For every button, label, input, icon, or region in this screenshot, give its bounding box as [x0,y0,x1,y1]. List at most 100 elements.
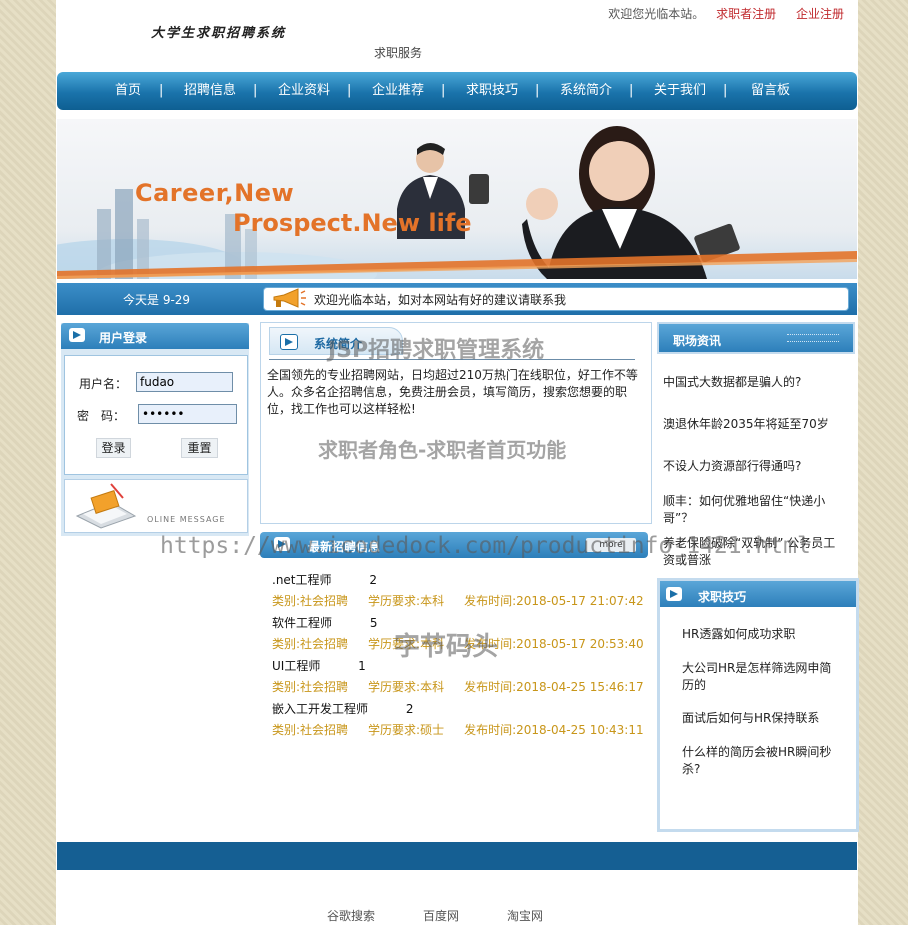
news-title: 职场资讯 [673,334,722,348]
news-item[interactable]: 养老保险破除“双轨制” 公务员工资或普涨 [663,535,843,569]
nav-about[interactable]: 关于我们 [654,72,706,110]
job-count: 1 [358,659,366,673]
news-panel: 职场资讯 中国式大数据都是骗人的? 澳退休年龄2035年将延至70岁 不设人力资… [657,322,855,572]
nav-jobs[interactable]: 招聘信息 [184,72,236,110]
job-type: 类别:社会招聘 [272,594,349,608]
tip-item[interactable]: 什么样的简历会被HR瞬间秒杀? [682,744,832,778]
job-title[interactable]: .net工程师 [272,573,332,587]
password-label: 密 码： [77,409,126,423]
job-type: 类别:社会招聘 [272,680,349,694]
job-education: 学历要求:硕士 [368,723,445,737]
job-meta: 类别:社会招聘 学历要求:本科 发布时间:2018-05-17 21:07:42 [272,592,664,609]
nav-separator: | [629,83,634,98]
nav-company-info[interactable]: 企业资料 [278,72,330,110]
job-title[interactable]: 软件工程师 [272,616,332,630]
job-meta: 类别:社会招聘 学历要求:硕士 发布时间:2018-04-25 10:43:11 [272,721,664,738]
job-row[interactable]: UI工程师 1 [272,657,366,674]
tip-item[interactable]: 大公司HR是怎样筛选网申简历的 [682,660,832,694]
news-item[interactable]: 澳退休年龄2035年将延至70岁 [663,416,843,433]
arrow-right-icon [274,537,290,551]
jobs-title: 最新招聘信息 [308,540,381,554]
notice-box: 欢迎光临本站，如对本网站有好的建议请联系我 [263,287,849,311]
login-panel: 用户登录 用户名： fudao 密 码： •••••• 登录 重置 OLINE … [61,323,249,536]
nav-job-tips[interactable]: 求职技巧 [466,72,518,110]
arrow-right-icon [666,587,682,601]
news-item[interactable]: 顺丰：如何优雅地留住“快递小哥”？ [663,493,843,527]
welcome-text: 欢迎您光临本站。 [608,7,705,21]
job-education: 学历要求:本科 [368,680,445,694]
job-meta: 类别:社会招聘 学历要求:本科 发布时间:2018-04-25 15:46:17 [272,678,664,695]
login-form: 用户名： fudao 密 码： •••••• 登录 重置 [64,355,248,475]
nav-message-board[interactable]: 留言板 [751,72,790,110]
job-count: 5 [369,616,378,630]
job-time: 发布时间:2018-04-25 10:43:11 [464,723,644,737]
tip-item[interactable]: HR透露如何成功求职 [682,626,832,643]
intro-title: 系统简介 [314,337,363,351]
job-time: 发布时间:2018-04-25 15:46:17 [464,680,644,694]
online-message-ad[interactable]: OLINE MESSAGE [64,479,248,533]
news-header: 职场资讯 [657,322,855,354]
nav-system-intro[interactable]: 系统简介 [560,72,612,110]
nav-separator: | [441,83,446,98]
job-education: 学历要求:本科 [368,594,445,608]
footer-link[interactable]: 淘宝网 [507,907,543,924]
jobs-more-button[interactable]: more [586,538,636,552]
login-title: 用户登录 [99,331,148,345]
footer-link[interactable]: 谷歌搜索 [327,907,375,924]
nav-separator: | [159,83,164,98]
arrow-right-icon [280,334,298,350]
job-education: 学历要求:本科 [368,637,445,651]
site-subtitle: 求职服务 [374,46,423,60]
notice-bar: 今天是 9-29 欢迎光临本站，如对本网站有好的建议请联系我 [57,283,857,315]
hero-banner: Career,New Prospect.New life [57,119,857,279]
footer-link[interactable]: 百度网 [423,907,459,924]
login-header: 用户登录 [61,323,249,349]
notice-text: 欢迎光临本站，如对本网站有好的建议请联系我 [314,293,567,307]
job-title[interactable]: 嵌入工开发工程师 [272,702,368,716]
job-time: 发布时间:2018-05-17 21:07:42 [464,594,644,608]
login-button[interactable]: 登录 [96,438,131,458]
password-input[interactable]: •••••• [138,404,237,424]
nav-separator: | [347,83,352,98]
nav-home[interactable]: 首页 [115,72,141,110]
tips-header: 求职技巧 [660,581,856,607]
job-count: 2 [369,573,377,587]
news-item[interactable]: 中国式大数据都是骗人的? [663,374,843,391]
nav-separator: | [253,83,258,98]
username-input[interactable]: fudao [136,372,233,392]
job-type: 类别:社会招聘 [272,723,349,737]
banner-headline-2: Prospect.New life [233,209,472,237]
main-nav: 首页 | 招聘信息 | 企业资料 | 企业推荐 | 求职技巧 | 系统简介 | … [57,72,857,110]
job-row[interactable]: 嵌入工开发工程师 2 [272,700,413,717]
megaphone-icon [273,288,306,308]
job-row[interactable]: .net工程师 2 [272,571,377,588]
laptop-envelope-icon [75,483,137,529]
top-links: 欢迎您光临本站。 求职者注册 企业注册 [600,5,844,22]
job-meta: 类别:社会招聘 学历要求:本科 发布时间:2018-05-17 20:53:40 [272,635,664,652]
tip-item[interactable]: 面试后如何与HR保持联系 [682,710,832,727]
header-decoration [787,334,839,342]
reset-button[interactable]: 重置 [181,438,218,458]
company-register-link[interactable]: 企业注册 [796,7,844,21]
job-title[interactable]: UI工程师 [272,659,320,673]
nav-separator: | [723,83,728,98]
today-date: 今天是 9-29 [123,293,191,307]
username-label: 用户名： [79,377,128,391]
nav-separator: | [535,83,540,98]
nav-company-recommend[interactable]: 企业推荐 [372,72,424,110]
intro-text: 全国领先的专业招聘网站，日均超过210万热门在线职位，好工作不等人。众多名企招聘… [267,368,638,416]
intro-panel: 系统简介 全国领先的专业招聘网站，日均超过210万热门在线职位，好工作不等人。众… [260,322,652,524]
job-row[interactable]: 软件工程师 5 [272,614,377,631]
ad-caption: OLINE MESSAGE [147,515,226,524]
tips-title: 求职技巧 [698,590,747,604]
news-item[interactable]: 不设人力资源部行得通吗? [663,458,843,475]
jobs-header: 最新招聘信息 more [260,532,648,558]
arrow-right-icon [69,328,85,342]
footer-bar [57,842,857,870]
tips-panel: 求职技巧 HR透露如何成功求职 大公司HR是怎样筛选网申简历的 面试后如何与HR… [657,578,859,832]
intro-tab: 系统简介 [269,327,403,355]
page-container: 大学生求职招聘系统 求职服务 欢迎您光临本站。 求职者注册 企业注册 首页 | … [56,0,859,925]
seeker-register-link[interactable]: 求职者注册 [716,7,776,21]
job-time: 发布时间:2018-05-17 20:53:40 [464,637,644,651]
divider [269,359,635,360]
